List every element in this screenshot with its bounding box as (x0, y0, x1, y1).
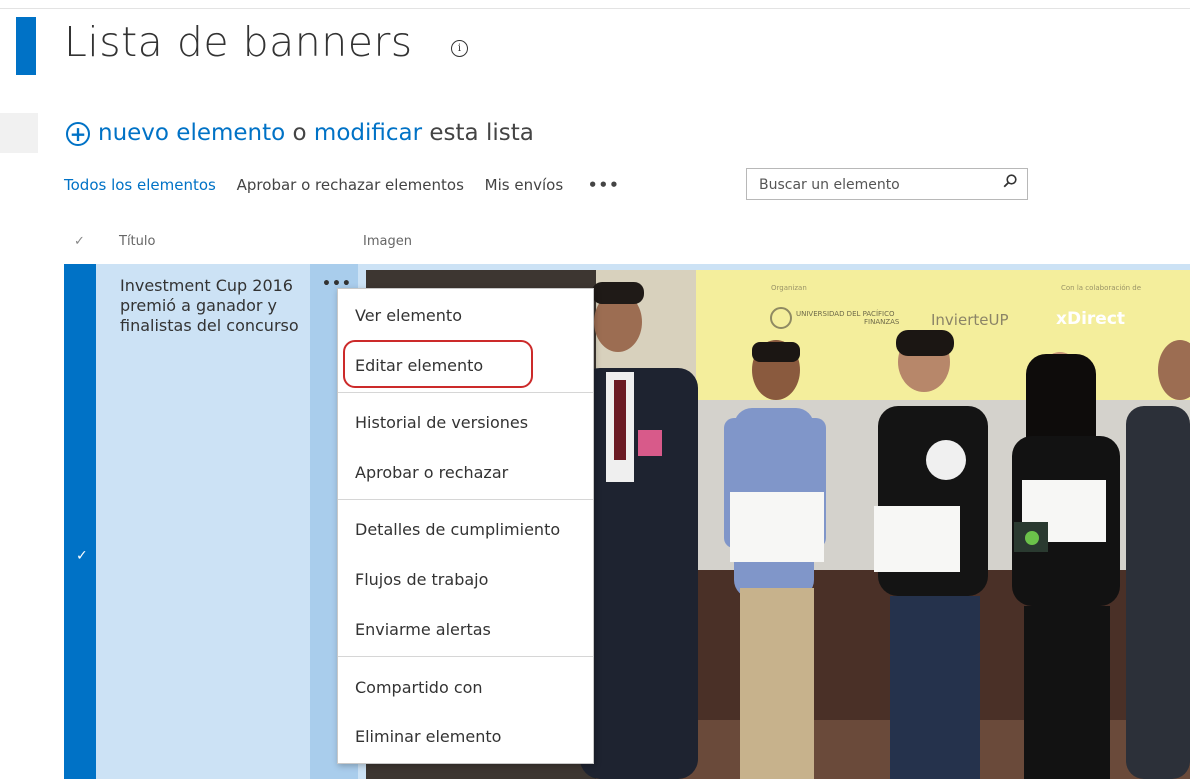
menu-item-version-history[interactable]: Historial de versiones (355, 413, 528, 432)
menu-divider (338, 656, 593, 657)
edit-item-highlight-annotation (343, 340, 533, 388)
menu-divider (338, 499, 593, 500)
new-item-link[interactable]: nuevo elemento (98, 120, 285, 146)
view-all-items[interactable]: Todos los elementos (64, 176, 216, 194)
menu-item-workflows[interactable]: Flujos de trabajo (355, 570, 488, 589)
left-nav-stub (0, 113, 38, 153)
menu-item-view[interactable]: Ver elemento (355, 306, 462, 325)
view-selector: Todos los elementos Aprobar o rechazar e… (64, 176, 636, 194)
logo-finanzas: FINANZAS (864, 318, 900, 326)
row-check-icon[interactable]: ✓ (76, 548, 88, 564)
logo-organizer: UNIVERSIDAD DEL PACÍFICO (796, 309, 895, 318)
site-accent-bar (16, 17, 36, 75)
search-input[interactable] (757, 174, 991, 196)
page-title: Lista de banners (64, 18, 413, 66)
top-divider (0, 8, 1190, 9)
add-circle-icon[interactable]: + (66, 122, 90, 146)
menu-item-alert-me[interactable]: Enviarme alertas (355, 620, 491, 639)
this-list-text: esta lista (429, 120, 534, 146)
row-select-column[interactable] (64, 264, 96, 779)
column-header-image[interactable]: Imagen (363, 234, 412, 249)
menu-item-delete[interactable]: Eliminar elemento (355, 727, 501, 746)
logo-small-left: Organizan (771, 284, 807, 292)
search-icon[interactable] (1003, 174, 1017, 188)
column-header-title[interactable]: Título (119, 234, 155, 249)
info-icon[interactable]: i (451, 40, 468, 57)
command-bar: + nuevo elemento o modificar esta lista (66, 120, 534, 146)
menu-item-shared-with[interactable]: Compartido con (355, 678, 483, 697)
view-my-submissions[interactable]: Mis envíos (485, 176, 563, 194)
more-views-button[interactable]: ••• (588, 176, 620, 194)
or-text: o (292, 120, 307, 146)
search-box[interactable] (746, 168, 1028, 200)
logo-invierteup: InvierteUP (931, 311, 1009, 329)
logo-xdirect: xDirect (1056, 309, 1125, 329)
row-title[interactable]: Investment Cup 2016 premió a ganador y f… (120, 276, 300, 336)
menu-item-compliance-details[interactable]: Detalles de cumplimiento (355, 520, 560, 539)
menu-item-approve-reject[interactable]: Aprobar o rechazar (355, 463, 508, 482)
modify-list-link[interactable]: modificar (314, 120, 422, 146)
select-all-check[interactable]: ✓ (74, 234, 85, 249)
view-approve-reject[interactable]: Aprobar o rechazar elementos (237, 176, 464, 194)
logo-small-right: Con la colaboración de (1061, 284, 1141, 292)
menu-divider (338, 392, 593, 393)
